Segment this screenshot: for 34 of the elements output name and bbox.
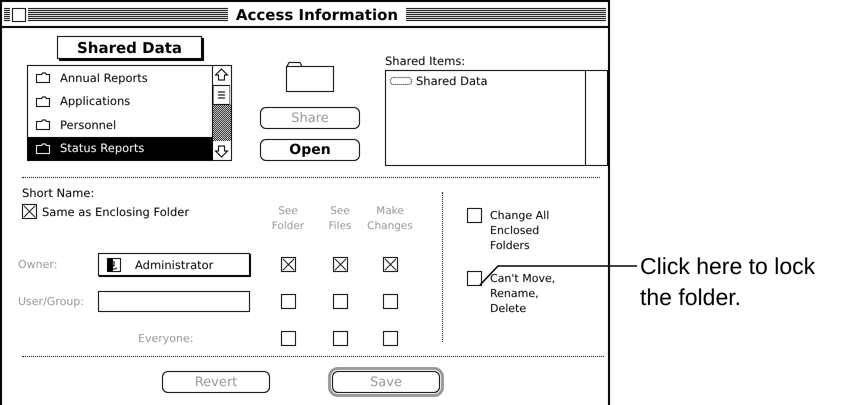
column-header: Make Changes: [366, 204, 414, 234]
scroll-thumb-icon[interactable]: [213, 85, 230, 105]
window-title: Access Information: [236, 6, 398, 24]
checkbox[interactable]: [467, 208, 482, 223]
folder-list-item[interactable]: Personnel: [28, 113, 212, 136]
callout-text: Click here to lock the folder.: [640, 252, 816, 312]
open-button[interactable]: Open: [260, 139, 360, 161]
shared-items-label: Shared Items:: [385, 54, 466, 68]
scroll-bar[interactable]: [212, 66, 231, 160]
row-label: Everyone:: [138, 332, 194, 345]
checkbox[interactable]: [467, 271, 482, 286]
user-group-field[interactable]: [98, 291, 250, 312]
folder-icon: [36, 72, 50, 84]
checkbox-label: Can't Move, Rename, Delete: [490, 271, 556, 316]
folder-icon: [36, 142, 50, 154]
folder-icon: [36, 96, 50, 107]
folder-popup-button[interactable]: Shared Data: [57, 36, 202, 59]
checkbox-label: Same as Enclosing Folder: [42, 204, 190, 218]
checkbox-label: Change All Enclosed Folders: [490, 208, 550, 253]
folder-icon: [286, 60, 334, 92]
short-name-label: Short Name:: [22, 186, 96, 200]
column-header: See Files: [327, 204, 353, 234]
row-label: User/Group:: [18, 295, 85, 308]
row-label: Owner:: [18, 258, 58, 271]
folder-list-item[interactable]: Applications: [28, 90, 212, 113]
shared-item[interactable]: Shared Data: [416, 74, 488, 88]
folder-list-item[interactable]: Annual Reports: [28, 66, 212, 90]
mac-face-icon: [107, 258, 121, 272]
column-header: See Folder: [270, 204, 306, 234]
folder-icon: [36, 119, 50, 130]
title-bar-stripes: [4, 8, 10, 22]
folder-list-item[interactable]: Status Reports: [28, 136, 212, 160]
close-box[interactable]: [12, 8, 26, 22]
checkbox[interactable]: [22, 204, 37, 219]
